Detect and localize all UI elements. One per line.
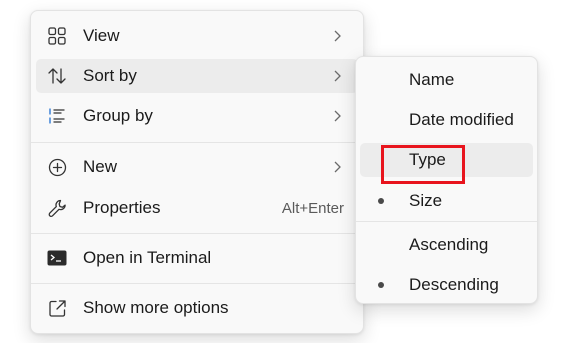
sort-option-name[interactable]: Name [360, 63, 533, 97]
grid-icon [47, 26, 67, 46]
menu-divider [31, 233, 363, 234]
menu-item-group-by[interactable]: Group by [36, 99, 358, 133]
menu-item-label: Properties [83, 198, 161, 217]
plus-circle-icon [47, 157, 67, 177]
menu-item-label: View [83, 26, 120, 45]
sort-option-label: Ascending [409, 235, 489, 254]
sort-option-ascending[interactable]: Ascending [360, 228, 533, 262]
chevron-right-icon [332, 109, 342, 123]
sort-option-size[interactable]: Size [360, 184, 533, 218]
menu-item-label: Open in Terminal [83, 248, 212, 267]
menu-item-label: Show more options [83, 298, 229, 317]
sort-option-type[interactable]: Type [360, 143, 533, 177]
menu-item-view[interactable]: View [36, 19, 358, 53]
sort-arrows-icon [47, 66, 67, 86]
context-menu: View Sort by Group by New Properties Alt… [30, 10, 364, 334]
sort-option-label: Size [409, 191, 443, 210]
sort-option-label: Date modified [409, 110, 514, 129]
chevron-right-icon [332, 29, 342, 43]
menu-item-open-in-terminal[interactable]: Open in Terminal [36, 241, 358, 275]
chevron-right-icon [332, 160, 342, 174]
menu-item-show-more-options[interactable]: Show more options [36, 291, 358, 325]
chevron-right-icon [332, 69, 342, 83]
wrench-icon [47, 198, 67, 218]
menu-item-label: Sort by [83, 66, 137, 85]
selected-dot-icon [378, 198, 384, 204]
sort-by-submenu: Name Date modified Type Size Ascending D… [355, 56, 538, 304]
sort-option-label: Descending [409, 275, 499, 294]
menu-divider [31, 142, 363, 143]
menu-item-label: New [83, 157, 118, 176]
menu-item-properties[interactable]: Properties Alt+Enter [36, 191, 358, 225]
menu-item-new[interactable]: New [36, 150, 358, 184]
menu-item-label: Group by [83, 106, 153, 125]
selected-dot-icon [378, 282, 384, 288]
sort-option-label: Name [409, 70, 455, 89]
sort-option-label: Type [409, 150, 446, 169]
terminal-icon [47, 248, 67, 268]
list-group-icon [47, 106, 67, 126]
shortcut-text: Alt+Enter [281, 199, 344, 217]
menu-divider [31, 283, 363, 284]
sort-option-descending[interactable]: Descending [360, 268, 533, 302]
share-icon [47, 298, 67, 318]
menu-divider [356, 221, 537, 222]
sort-option-date-modified[interactable]: Date modified [360, 103, 533, 137]
menu-item-sort-by[interactable]: Sort by [36, 59, 358, 93]
